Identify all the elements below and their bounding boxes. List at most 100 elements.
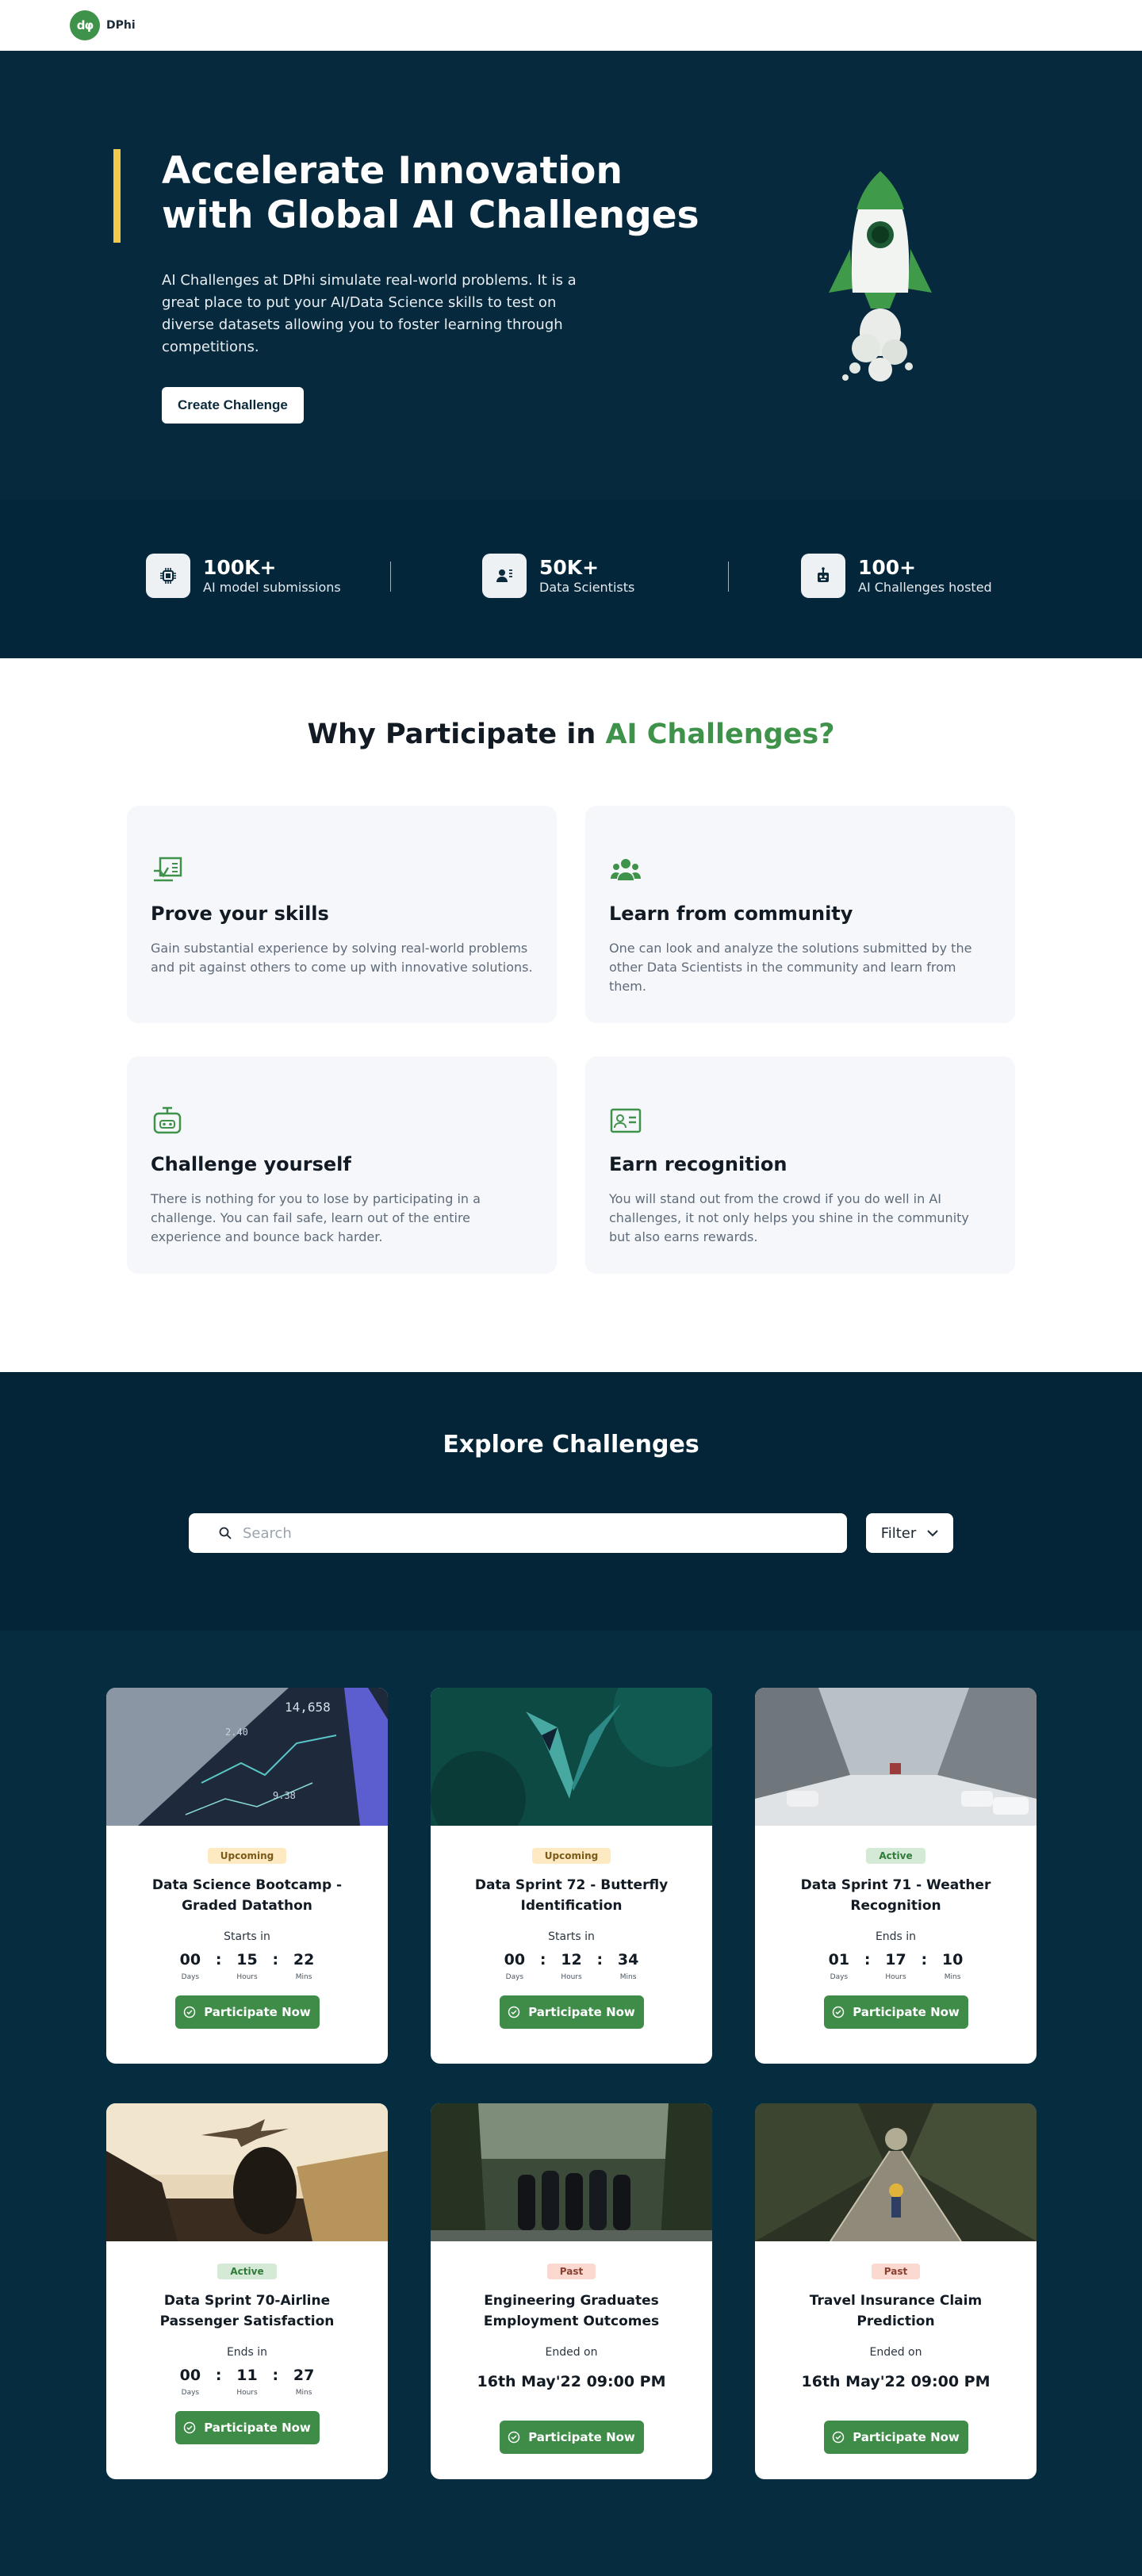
participate-now-button[interactable]: Participate Now [499, 2421, 644, 2454]
graduates-image [431, 2103, 712, 2241]
countdown-days: 00 [179, 1951, 201, 1968]
hero-section: Accelerate Innovation with Global AI Cha… [0, 51, 1142, 500]
participate-label: Participate Now [853, 2005, 960, 2019]
challenge-title: Data Science Bootcamp - Graded Datathon [151, 1877, 343, 1914]
stat-value: 100K+ [203, 556, 277, 579]
countdown-mins: 22 [293, 1951, 315, 1968]
logo-mark: dφ [70, 10, 100, 40]
participate-label: Participate Now [204, 2005, 311, 2019]
challenge-title: Data Sprint 72 - Butterfly Identificatio… [474, 1877, 669, 1914]
countdown-hours-label: Hours [885, 1973, 906, 1981]
stat-divider [728, 562, 729, 592]
explore-section: Explore Challenges Filter [0, 1372, 1142, 1631]
stat-value: 50K+ [539, 556, 600, 579]
card-title: Learn from community [609, 903, 853, 925]
countdown-hours: 17 [885, 1951, 906, 1968]
challenges-section: 14,658 2.40 9.38 Upcoming Data Science B… [0, 1631, 1142, 2576]
countdown: 01 Days : 17 Hours : 10 Mins [755, 1951, 1037, 1981]
stat-data-scientists: 50K+ Data Scientists [482, 554, 634, 598]
status-badge: Past [546, 2264, 596, 2279]
stat-divider [390, 562, 391, 592]
participate-now-button[interactable]: Participate Now [823, 2421, 968, 2454]
chip-icon [146, 554, 190, 598]
search-bar[interactable] [189, 1513, 847, 1553]
people-icon [482, 554, 527, 598]
countdown-mins-label: Mins [944, 1973, 961, 1981]
countdown-separator: : [272, 2367, 279, 2384]
id-card-icon [610, 1108, 642, 1133]
participate-now-button[interactable]: Participate Now [499, 1995, 644, 2029]
create-challenge-button[interactable]: Create Challenge [162, 387, 304, 424]
check-circle-icon [832, 2006, 845, 2018]
challenge-card[interactable]: Upcoming Data Sprint 72 - Butterfly Iden… [431, 1688, 712, 2064]
challenge-title: Engineering Graduates Employment Outcome… [483, 2293, 660, 2329]
participate-now-button[interactable]: Participate Now [174, 2411, 320, 2444]
challenge-end-date: 16th May'22 09:00 PM [477, 2373, 666, 2390]
challenge-card[interactable]: Active Data Sprint 70-Airline Passenger … [106, 2103, 388, 2479]
butterfly-image [431, 1688, 712, 1846]
participate-now-button[interactable]: Participate Now [174, 1995, 320, 2029]
challenge-title: Travel Insurance Claim Prediction [809, 2293, 983, 2329]
card-description: There is nothing for you to lose by part… [151, 1191, 481, 1244]
participate-label: Participate Now [853, 2430, 960, 2444]
countdown-hours: 15 [236, 1951, 258, 1968]
check-circle-icon [508, 2431, 520, 2444]
logo[interactable]: dφ DPhi [70, 10, 136, 40]
hero-title: Accelerate Innovation with Global AI Cha… [162, 149, 699, 237]
hero-accent-bar [113, 149, 121, 243]
chevron-down-icon [927, 1529, 938, 1536]
stat-label: AI model submissions [203, 580, 341, 595]
card-description: Gain substantial experience by solving r… [151, 941, 533, 975]
countdown: 00 Days : 12 Hours : 34 Mins [431, 1951, 712, 1981]
countdown-hours-label: Hours [236, 1973, 258, 1981]
benefit-card: Learn from community One can look and an… [585, 806, 1015, 1023]
countdown: 00 Days : 11 Hours : 27 Mins [106, 2367, 388, 2397]
countdown-mins-label: Mins [295, 2389, 312, 2397]
search-input[interactable] [243, 1524, 798, 1542]
screen-chart-icon [154, 857, 182, 882]
countdown-mins: 27 [293, 2367, 315, 2384]
filter-label: Filter [880, 1524, 917, 1542]
stat-challenges-hosted: 100+ AI Challenges hosted [801, 554, 992, 598]
challenge-card[interactable]: Past Travel Insurance Claim Prediction E… [755, 2103, 1037, 2479]
countdown-separator: : [272, 1951, 279, 1968]
countdown-mins: 10 [941, 1951, 964, 1968]
benefit-card: Challenge yourself There is nothing for … [127, 1056, 557, 1274]
card-title: Earn recognition [609, 1153, 788, 1175]
search-icon [219, 1527, 232, 1539]
challenge-timing-label: Ends in [875, 1930, 917, 1943]
card-description: One can look and analyze the solutions s… [609, 941, 972, 994]
filter-button[interactable]: Filter [866, 1513, 953, 1553]
stat-value: 100+ [858, 556, 917, 579]
challenge-card[interactable]: Active Data Sprint 71 - Weather Recognit… [755, 1688, 1037, 2064]
countdown-mins-label: Mins [295, 1973, 312, 1981]
challenge-end-date: 16th May'22 09:00 PM [801, 2373, 991, 2390]
challenge-card[interactable]: 14,658 2.40 9.38 Upcoming Data Science B… [106, 1688, 388, 2064]
benefit-card: Earn recognition You will stand out from… [585, 1056, 1015, 1274]
hero-description: AI Challenges at DPhi simulate real-worl… [162, 272, 577, 355]
section-title: Why Participate in AI Challenges? [0, 719, 1142, 750]
challenge-timing-label: Ended on [869, 2346, 922, 2359]
status-badge: Upcoming [531, 1848, 611, 1864]
section-title-prefix: Why Participate in [307, 719, 606, 750]
participate-now-button[interactable]: Participate Now [823, 1995, 968, 2029]
countdown-days: 00 [179, 2367, 201, 2384]
top-nav: dφ DPhi [0, 0, 1142, 51]
svg-text:2.40: 2.40 [225, 1727, 248, 1738]
countdown-separator: : [215, 1951, 222, 1968]
stat-submissions: 100K+ AI model submissions [146, 554, 341, 598]
challenge-card[interactable]: Past Engineering Graduates Employment Ou… [431, 2103, 712, 2479]
countdown: 00 Days : 15 Hours : 22 Mins [106, 1951, 388, 1981]
challenge-timing-label: Ends in [226, 2346, 268, 2359]
challenge-title: Data Sprint 71 - Weather Recognition [800, 1877, 991, 1914]
countdown-days: 00 [504, 1951, 526, 1968]
check-circle-icon [832, 2431, 845, 2444]
countdown-days-label: Days [505, 1973, 524, 1981]
challenge-timing-label: Starts in [224, 1930, 270, 1943]
countdown-hours-label: Hours [561, 1973, 582, 1981]
robot-icon [801, 554, 845, 598]
countdown-separator: : [921, 1951, 928, 1968]
robot-icon [153, 1106, 182, 1134]
card-description: You will stand out from the crowd if you… [609, 1191, 969, 1244]
challenge-title: Data Sprint 70-Airline Passenger Satisfa… [159, 2293, 335, 2329]
